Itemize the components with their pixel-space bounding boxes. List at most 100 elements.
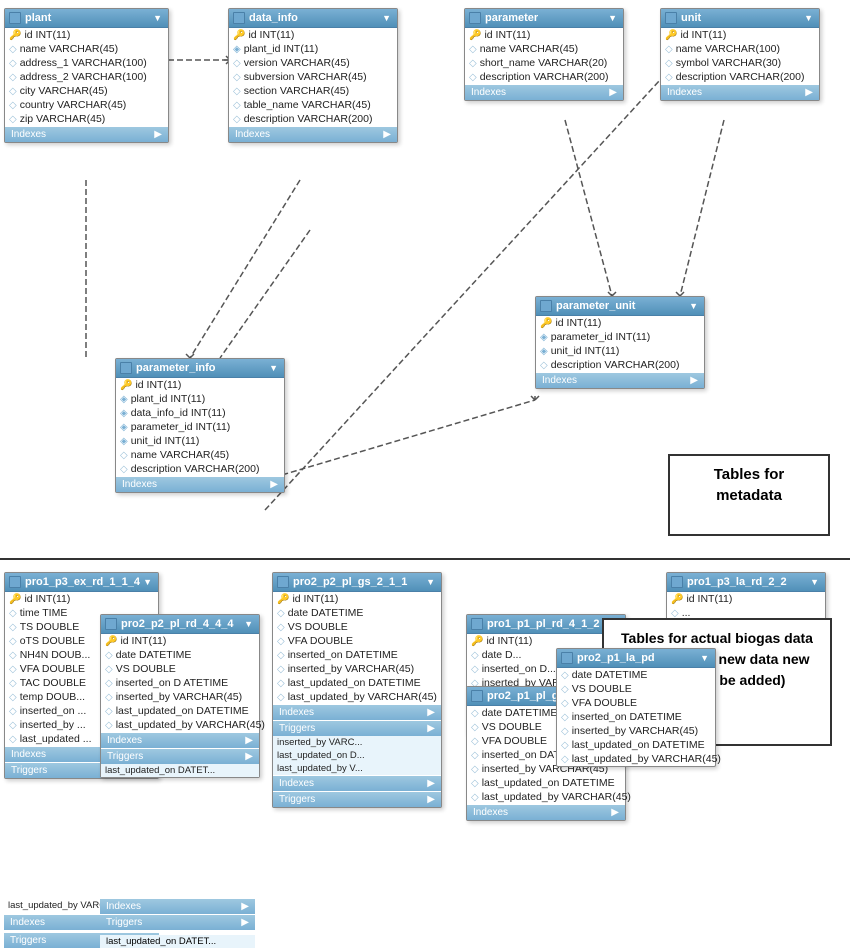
data-info-indexes[interactable]: Indexes ▶ (229, 127, 397, 142)
field-icon: ◇ (277, 608, 285, 619)
pro2-p2-rd-triggers[interactable]: Triggers ▶ (101, 749, 259, 764)
param-info-row-unitid: ◈unit_id INT(11) (116, 434, 284, 448)
pro2-p2-rd-indexes[interactable]: Indexes ▶ (101, 733, 259, 748)
row-last-updated-by: ◇last_updated_by VARCHAR(45) (273, 690, 441, 704)
field-icon: ◇ (561, 754, 569, 765)
row-inserted-by: ◇inserted_by VARCHAR(45) (273, 662, 441, 676)
row-id: 🔑id INT(11) (101, 634, 259, 648)
row-vs: ◇VS DOUBLE (557, 682, 715, 696)
row-last-updated-by: ◇last_updated_by VARCHAR(45) (467, 790, 625, 804)
bottom-triggers-2[interactable]: Triggers ▶ (100, 915, 255, 930)
parameter-indexes-arrow[interactable]: ▶ (609, 87, 617, 98)
plant-indexes-arrow[interactable]: ▶ (154, 129, 162, 140)
table-unit-name: unit (681, 12, 701, 24)
fk-icon: ◈ (540, 346, 548, 357)
field-icon: ◇ (9, 100, 17, 111)
table-pro2-p2-pl-rd[interactable]: pro2_p2_pl_rd_4_4_4 ▼ 🔑id INT(11) ◇date … (100, 614, 260, 778)
triggers-label-2: Triggers (279, 794, 315, 805)
data-info-indexes-label: Indexes (235, 129, 270, 140)
pro2-p2-gs-triggers[interactable]: Triggers ▶ (273, 721, 441, 736)
table-parameter[interactable]: parameter ▼ 🔑id INT(11) ◇name VARCHAR(45… (464, 8, 624, 101)
pro2-p2-gs-arrow-icon[interactable]: ▼ (426, 577, 435, 587)
param-unit-row-desc: ◇description VARCHAR(200) (536, 358, 704, 372)
indexes-label: Indexes (279, 707, 314, 718)
table-data-info[interactable]: data_info ▼ 🔑id INT(11) ◈plant_id INT(11… (228, 8, 398, 143)
parameter-unit-indexes[interactable]: Indexes ▶ (536, 373, 704, 388)
indexes-arrow-2[interactable]: ▶ (427, 778, 435, 789)
plant-row-city: ◇city VARCHAR(45) (5, 84, 168, 98)
triggers-arrow[interactable]: ▶ (245, 751, 253, 762)
row-bottom-partial: last_updated_on DATET... (101, 764, 259, 777)
table-plant[interactable]: plant ▼ 🔑id INT(11) ◇name VARCHAR(45) ◇a… (4, 8, 169, 143)
row-inserted-on: ◇inserted_on DATETIME (273, 648, 441, 662)
param-unit-row-id: 🔑id INT(11) (536, 316, 704, 330)
parameter-unit-indexes-arrow[interactable]: ▶ (690, 375, 698, 386)
table-unit[interactable]: unit ▼ 🔑id INT(11) ◇name VARCHAR(100) ◇s… (660, 8, 820, 101)
pk-icon: 🔑 (277, 594, 289, 605)
data-info-indexes-arrow[interactable]: ▶ (383, 129, 391, 140)
table-pro2-p2-gs[interactable]: pro2_p2_pl_gs_2_1_1 ▼ 🔑id INT(11) ◇date … (272, 572, 442, 808)
triggers-arrow[interactable]: ▶ (427, 723, 435, 734)
field-icon: ◇ (277, 664, 285, 675)
bottom-indexes-2[interactable]: Indexes ▶ (100, 899, 255, 914)
parameter-indexes[interactable]: Indexes ▶ (465, 85, 623, 100)
table-parameter-info-name: parameter_info (136, 362, 215, 374)
table-pro2-p1-la-pd[interactable]: pro2_p1_la_pd ▼ ◇date DATETIME ◇VS DOUBL… (556, 648, 716, 767)
indexes-label-2: Indexes (279, 778, 314, 789)
field-icon: ◇ (233, 100, 241, 111)
indexes-arrow[interactable]: ▶ (611, 807, 619, 818)
pro2-p1-gs-indexes[interactable]: Indexes ▶ (467, 805, 625, 820)
parameter-unit-arrow-icon[interactable]: ▼ (689, 301, 698, 311)
table-parameter-unit[interactable]: parameter_unit ▼ 🔑id INT(11) ◈parameter_… (535, 296, 705, 389)
field-icon: ◇ (665, 72, 673, 83)
indexes-arrow[interactable]: ▶ (241, 901, 249, 912)
plant-indexes[interactable]: Indexes ▶ (5, 127, 168, 142)
pro2-p2-rd-arrow-icon[interactable]: ▼ (244, 619, 253, 629)
field-icon: ◇ (9, 720, 17, 731)
pro2-p2-gs-indexes[interactable]: Indexes ▶ (273, 705, 441, 720)
indexes-arrow[interactable]: ▶ (427, 707, 435, 718)
pk-icon: 🔑 (469, 30, 481, 41)
pro2-p2-gs-triggers-2[interactable]: Triggers ▶ (273, 792, 441, 807)
field-icon: ◇ (9, 72, 17, 83)
data-info-arrow-icon[interactable]: ▼ (382, 13, 391, 23)
parameter-info-arrow-icon[interactable]: ▼ (269, 363, 278, 373)
parameter-info-indexes-arrow[interactable]: ▶ (270, 479, 278, 490)
field-icon: ◇ (561, 670, 569, 681)
unit-arrow-icon[interactable]: ▼ (804, 13, 813, 23)
triggers-arrow[interactable]: ▶ (241, 917, 249, 928)
field-icon: ◇ (105, 664, 113, 675)
row-date: ◇date DATETIME (557, 668, 715, 682)
pro2-p1-la-arrow-icon[interactable]: ▼ (700, 653, 709, 663)
field-icon: ◇ (665, 44, 673, 55)
row-last-updated-on: ◇last_updated_on DATETIME (101, 704, 259, 718)
field-icon: ◇ (561, 740, 569, 751)
field-icon: ◇ (9, 678, 17, 689)
triggers-arrow-2[interactable]: ▶ (427, 794, 435, 805)
indexes-arrow[interactable]: ▶ (245, 735, 253, 746)
param-info-row-id: 🔑id INT(11) (116, 378, 284, 392)
plant-arrow-icon[interactable]: ▼ (153, 13, 162, 23)
pk-icon: 🔑 (665, 30, 677, 41)
unit-indexes-arrow[interactable]: ▶ (805, 87, 813, 98)
field-icon: ◇ (561, 712, 569, 723)
field-icon: ◇ (233, 58, 241, 69)
pk-icon: 🔑 (105, 636, 117, 647)
table-pro1-p3-ex-header: pro1_p3_ex_rd_1_1_4 ▼ (5, 573, 158, 592)
field-icon: ◇ (9, 706, 17, 717)
field-icon: ◇ (471, 792, 479, 803)
pk-icon: 🔑 (233, 30, 245, 41)
pro1-p3-la-rd-arrow-icon[interactable]: ▼ (810, 577, 819, 587)
parameter-info-indexes[interactable]: Indexes ▶ (116, 477, 284, 492)
pro1-p3-ex-arrow-icon[interactable]: ▼ (143, 577, 152, 587)
fk-icon: ◈ (233, 44, 241, 55)
parameter-arrow-icon[interactable]: ▼ (608, 13, 617, 23)
pk-icon: 🔑 (120, 380, 132, 391)
pro2-p2-gs-indexes-2[interactable]: Indexes ▶ (273, 776, 441, 791)
field-icon: ◇ (105, 692, 113, 703)
table-parameter-info[interactable]: parameter_info ▼ 🔑id INT(11) ◈plant_id I… (115, 358, 285, 493)
unit-indexes[interactable]: Indexes ▶ (661, 85, 819, 100)
data-info-row-section: ◇section VARCHAR(45) (229, 84, 397, 98)
table-parameter-info-header: parameter_info ▼ (116, 359, 284, 378)
row-last-updated-on: ◇last_updated_on DATETIME (557, 738, 715, 752)
